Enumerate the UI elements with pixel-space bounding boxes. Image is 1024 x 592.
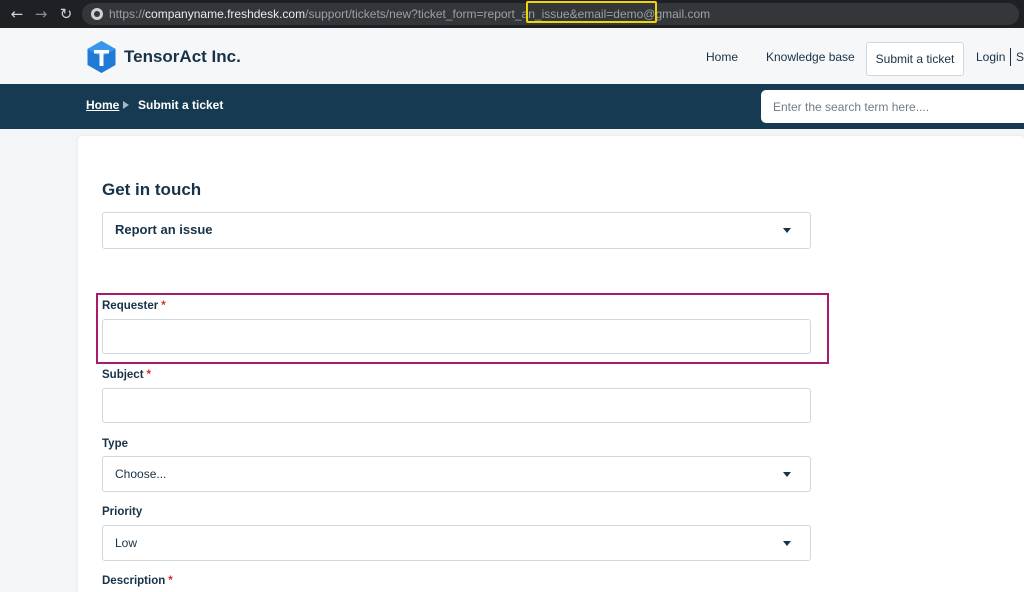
ticket-form-card: Get in touch Report an issue Requester * … xyxy=(78,136,1024,592)
type-label: Type xyxy=(102,438,128,450)
required-marker: * xyxy=(168,575,173,587)
nav-login-link[interactable]: Login xyxy=(976,50,1005,64)
requester-input[interactable] xyxy=(102,319,811,354)
tensoract-logo-icon[interactable] xyxy=(86,40,117,74)
description-label-text: Description xyxy=(102,575,166,587)
priority-value: Low xyxy=(115,536,138,550)
description-label: Description * xyxy=(102,575,173,587)
form-type-select[interactable]: Report an issue xyxy=(102,212,811,249)
nav-home-link[interactable]: Home xyxy=(706,50,738,64)
nav-divider xyxy=(1010,48,1011,66)
subject-label: Subject * xyxy=(102,369,151,381)
requester-label-text: Requester xyxy=(102,300,159,312)
priority-label: Priority xyxy=(102,506,143,518)
page-title: Get in touch xyxy=(102,180,202,199)
form-type-value: Report an issue xyxy=(115,222,213,237)
back-arrow-icon[interactable]: ← xyxy=(8,5,26,23)
breadcrumb-band: Home Submit a ticket xyxy=(0,84,1024,129)
nav-knowledge-base-link[interactable]: Knowledge base xyxy=(766,50,855,64)
site-header: TensorAct Inc. Home Knowledge base Submi… xyxy=(0,28,1024,84)
browser-toolbar: ← → ↻ https://companyname.freshdesk.com/… xyxy=(0,0,1024,28)
chevron-down-icon xyxy=(783,541,791,546)
url-prefix: https:// xyxy=(109,7,146,21)
subject-label-text: Subject xyxy=(102,369,144,381)
priority-select[interactable]: Low xyxy=(102,525,811,561)
url-email-highlight xyxy=(526,1,657,23)
breadcrumb-current: Submit a ticket xyxy=(138,98,224,112)
subject-input[interactable] xyxy=(102,388,811,423)
address-bar[interactable]: https://companyname.freshdesk.com/suppor… xyxy=(82,1,1019,25)
type-value: Choose... xyxy=(115,467,167,481)
requester-label: Requester * xyxy=(102,300,166,312)
breadcrumb-arrow-icon xyxy=(123,101,129,109)
chevron-down-icon xyxy=(783,228,791,233)
reload-icon[interactable]: ↻ xyxy=(57,5,75,23)
nav-signup-link[interactable]: Si xyxy=(1016,50,1024,64)
site-info-icon[interactable] xyxy=(91,8,103,20)
required-marker: * xyxy=(161,300,166,312)
type-select[interactable]: Choose... xyxy=(102,456,811,492)
required-marker: * xyxy=(146,369,152,381)
search-input[interactable] xyxy=(761,90,1024,123)
nav-submit-ticket-button[interactable]: Submit a ticket xyxy=(866,42,964,76)
forward-arrow-icon[interactable]: → xyxy=(32,5,50,23)
url-host: companyname.freshdesk.com xyxy=(145,7,306,21)
breadcrumb-home-link[interactable]: Home xyxy=(86,98,119,112)
brand-name[interactable]: TensorAct Inc. xyxy=(124,47,241,67)
chevron-down-icon xyxy=(783,472,791,477)
